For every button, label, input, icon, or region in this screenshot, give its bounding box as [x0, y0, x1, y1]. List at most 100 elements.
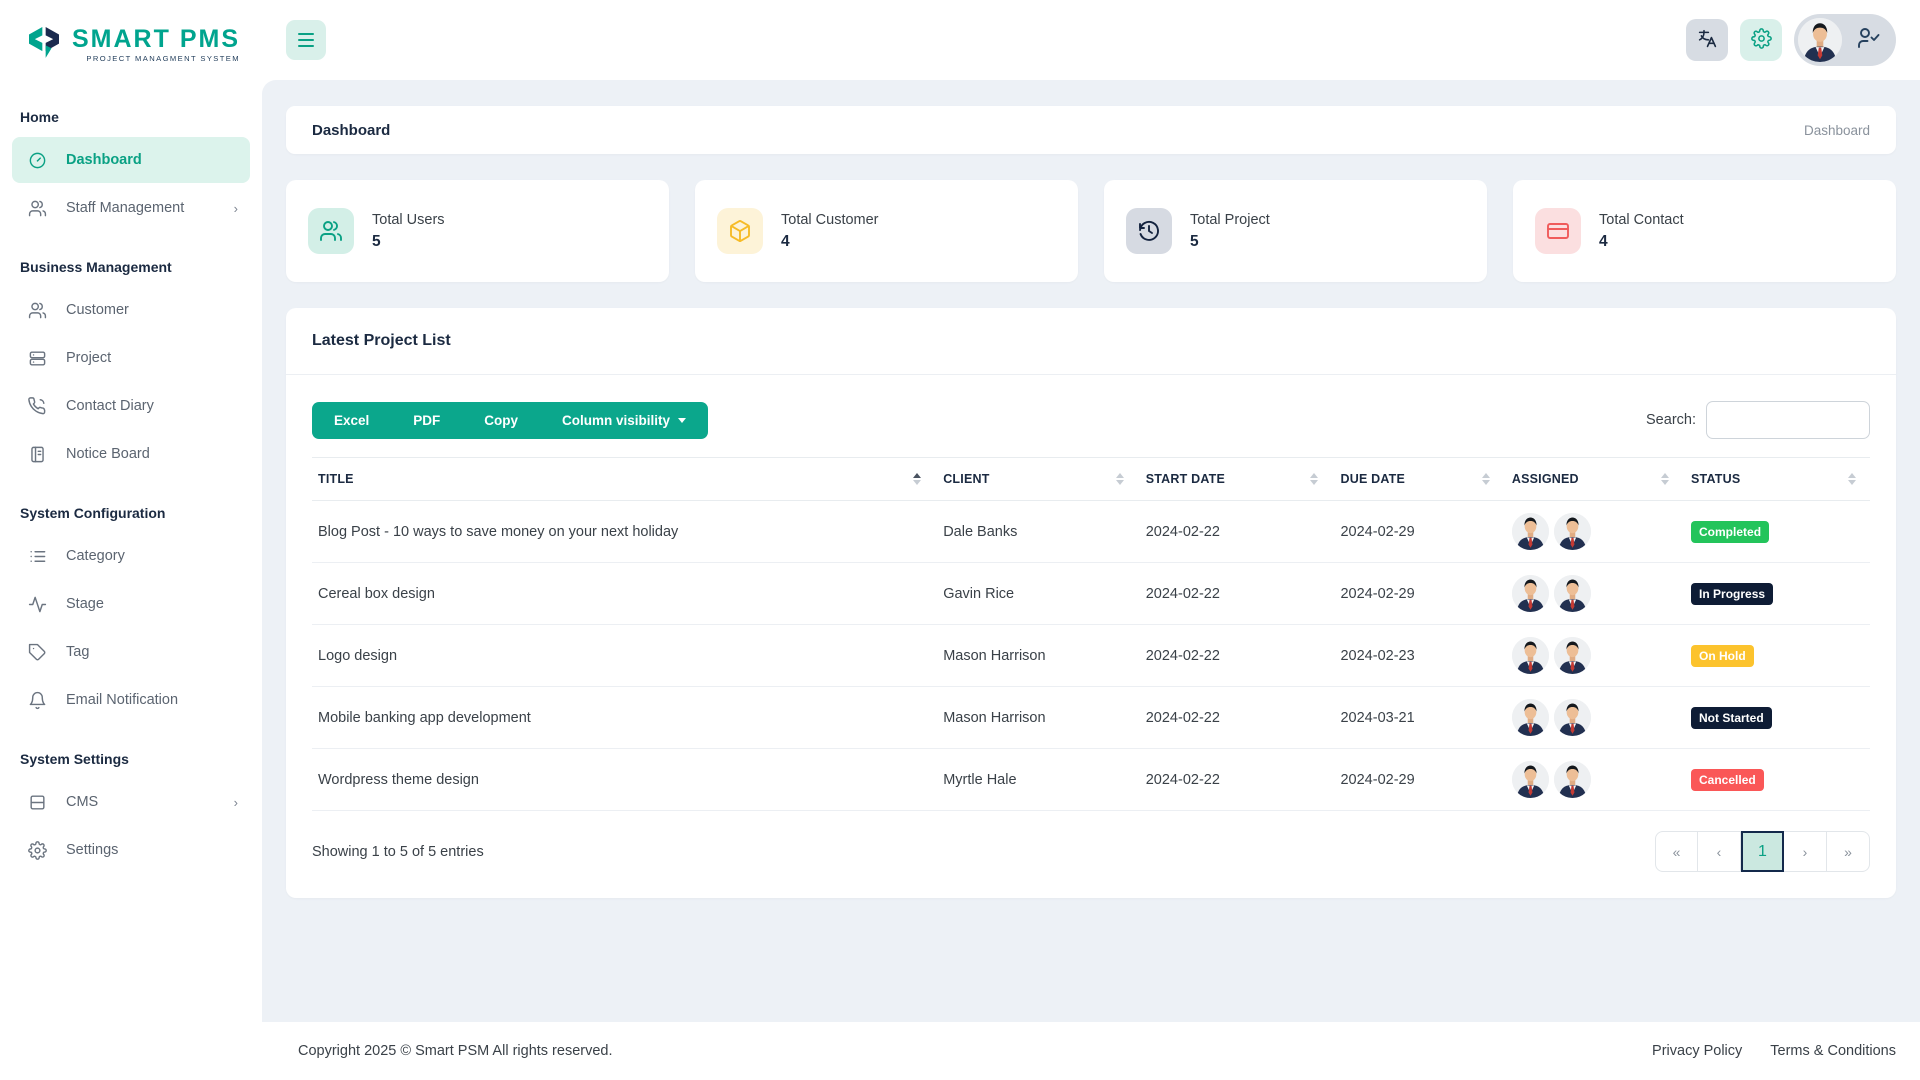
search-input[interactable] [1706, 401, 1870, 439]
sidebar-item-settings[interactable]: Settings [12, 827, 250, 873]
sidebar-item-notice-board[interactable]: Notice Board [12, 431, 250, 477]
assigned-avatars [1512, 575, 1675, 612]
list-icon [26, 547, 48, 566]
stat-card-total-contact: Total Contact 4 [1513, 180, 1896, 282]
assignee-avatar[interactable] [1512, 699, 1549, 736]
chevron-right-icon: › [234, 201, 238, 216]
sort-icon [1482, 473, 1496, 485]
users-icon [308, 208, 354, 254]
entries-info: Showing 1 to 5 of 5 entries [312, 844, 484, 860]
pagination-prev-button[interactable]: ‹ [1698, 831, 1741, 872]
sidebar-item-customer[interactable]: Customer [12, 287, 250, 333]
phone-call-icon [26, 397, 48, 416]
project-table: TITLE CLIENT START DATE DUE DATE ASSIGNE… [312, 457, 1870, 811]
sidebar-item-label: Contact Diary [66, 398, 154, 414]
sort-icon [1116, 473, 1130, 485]
copy-button[interactable]: Copy [462, 402, 540, 439]
terms-conditions-link[interactable]: Terms & Conditions [1770, 1043, 1896, 1059]
column-header-title[interactable]: TITLE [312, 458, 935, 501]
package-icon [717, 208, 763, 254]
sidebar-item-label: Project [66, 350, 111, 366]
menu-toggle-button[interactable] [286, 20, 326, 60]
brand-tagline: PROJECT MANAGMENT SYSTEM [86, 55, 240, 63]
sidebar-item-cms[interactable]: CMS › [12, 779, 250, 825]
sidebar-item-contact-diary[interactable]: Contact Diary [12, 383, 250, 429]
settings-quick-button[interactable] [1740, 19, 1782, 61]
breadcrumb-path[interactable]: Dashboard [1804, 123, 1870, 138]
user-menu[interactable] [1794, 14, 1896, 66]
bell-icon [26, 691, 48, 710]
column-header-status[interactable]: STATUS [1683, 458, 1870, 501]
assignee-avatar[interactable] [1554, 699, 1591, 736]
sidebar-item-staff-management[interactable]: Staff Management › [12, 185, 250, 231]
stat-card-total-project: Total Project 5 [1104, 180, 1487, 282]
pagination-first-button[interactable]: « [1655, 831, 1698, 872]
stat-label: Total Users [372, 212, 445, 228]
pagination-next-button[interactable]: › [1784, 831, 1827, 872]
pagination: « ‹ 1 › » [1655, 831, 1870, 872]
assignee-avatar[interactable] [1512, 513, 1549, 550]
sidebar-item-dashboard[interactable]: Dashboard [12, 137, 250, 183]
sort-icon [1661, 473, 1675, 485]
assigned-avatars [1512, 699, 1675, 736]
app-root: SMART PMS PROJECT MANAGMENT SYSTEM Home … [0, 0, 1920, 1080]
content-area: Dashboard Dashboard Total Users 5 Total … [262, 80, 1920, 1022]
cell-due-date: 2024-02-23 [1332, 625, 1503, 687]
stat-label: Total Customer [781, 212, 879, 228]
table-row: Cereal box design Gavin Rice 2024-02-22 … [312, 563, 1870, 625]
caret-down-icon [678, 418, 686, 423]
pdf-button[interactable]: PDF [391, 402, 462, 439]
sidebar-item-label: Email Notification [66, 692, 178, 708]
cell-title: Cereal box design [312, 563, 935, 625]
cell-due-date: 2024-03-21 [1332, 687, 1503, 749]
dashboard-icon [26, 151, 48, 170]
status-badge: In Progress [1691, 583, 1773, 605]
stat-label: Total Project [1190, 212, 1270, 228]
stat-value: 4 [1599, 233, 1684, 251]
column-header-assigned[interactable]: ASSIGNED [1504, 458, 1683, 501]
sidebar-item-label: Staff Management [66, 200, 184, 216]
column-header-start-date[interactable]: START DATE [1138, 458, 1333, 501]
assignee-avatar[interactable] [1512, 761, 1549, 798]
pagination-last-button[interactable]: » [1827, 831, 1870, 872]
brand-logo-icon [24, 22, 64, 67]
gear-icon [1751, 28, 1772, 52]
cell-due-date: 2024-02-29 [1332, 501, 1503, 563]
privacy-policy-link[interactable]: Privacy Policy [1652, 1043, 1742, 1059]
column-header-due-date[interactable]: DUE DATE [1332, 458, 1503, 501]
assignee-avatar[interactable] [1554, 513, 1591, 550]
cell-client: Myrtle Hale [935, 749, 1138, 811]
assignee-avatar[interactable] [1512, 637, 1549, 674]
history-icon [1126, 208, 1172, 254]
sidebar: SMART PMS PROJECT MANAGMENT SYSTEM Home … [0, 0, 262, 1080]
sidebar-item-label: Notice Board [66, 446, 150, 462]
cell-client: Dale Banks [935, 501, 1138, 563]
assignee-avatar[interactable] [1512, 575, 1549, 612]
sidebar-item-stage[interactable]: Stage [12, 581, 250, 627]
column-visibility-button[interactable]: Column visibility [540, 402, 708, 439]
pagination-page-1[interactable]: 1 [1741, 831, 1784, 872]
status-badge: Completed [1691, 521, 1769, 543]
sidebar-item-email-notification[interactable]: Email Notification [12, 677, 250, 723]
assigned-avatars [1512, 513, 1675, 550]
translate-button[interactable] [1686, 19, 1728, 61]
assignee-avatar[interactable] [1554, 761, 1591, 798]
assignee-avatar[interactable] [1554, 575, 1591, 612]
nav-section-system-config: System Configuration [0, 479, 262, 531]
cell-due-date: 2024-02-29 [1332, 749, 1503, 811]
brand-logo[interactable]: SMART PMS PROJECT MANAGMENT SYSTEM [0, 12, 262, 83]
excel-button[interactable]: Excel [312, 402, 391, 439]
status-badge: Not Started [1691, 707, 1772, 729]
sidebar-item-project[interactable]: Project [12, 335, 250, 381]
user-avatar [1798, 18, 1842, 62]
card-title: Latest Project List [312, 332, 451, 349]
cell-title: Mobile banking app development [312, 687, 935, 749]
column-header-client[interactable]: CLIENT [935, 458, 1138, 501]
assignee-avatar[interactable] [1554, 637, 1591, 674]
breadcrumb: Dashboard Dashboard [286, 106, 1896, 154]
export-button-group: Excel PDF Copy Column visibility [312, 402, 708, 439]
assigned-avatars [1512, 761, 1675, 798]
sidebar-item-category[interactable]: Category [12, 533, 250, 579]
nav-section-home: Home [0, 83, 262, 135]
sidebar-item-tag[interactable]: Tag [12, 629, 250, 675]
